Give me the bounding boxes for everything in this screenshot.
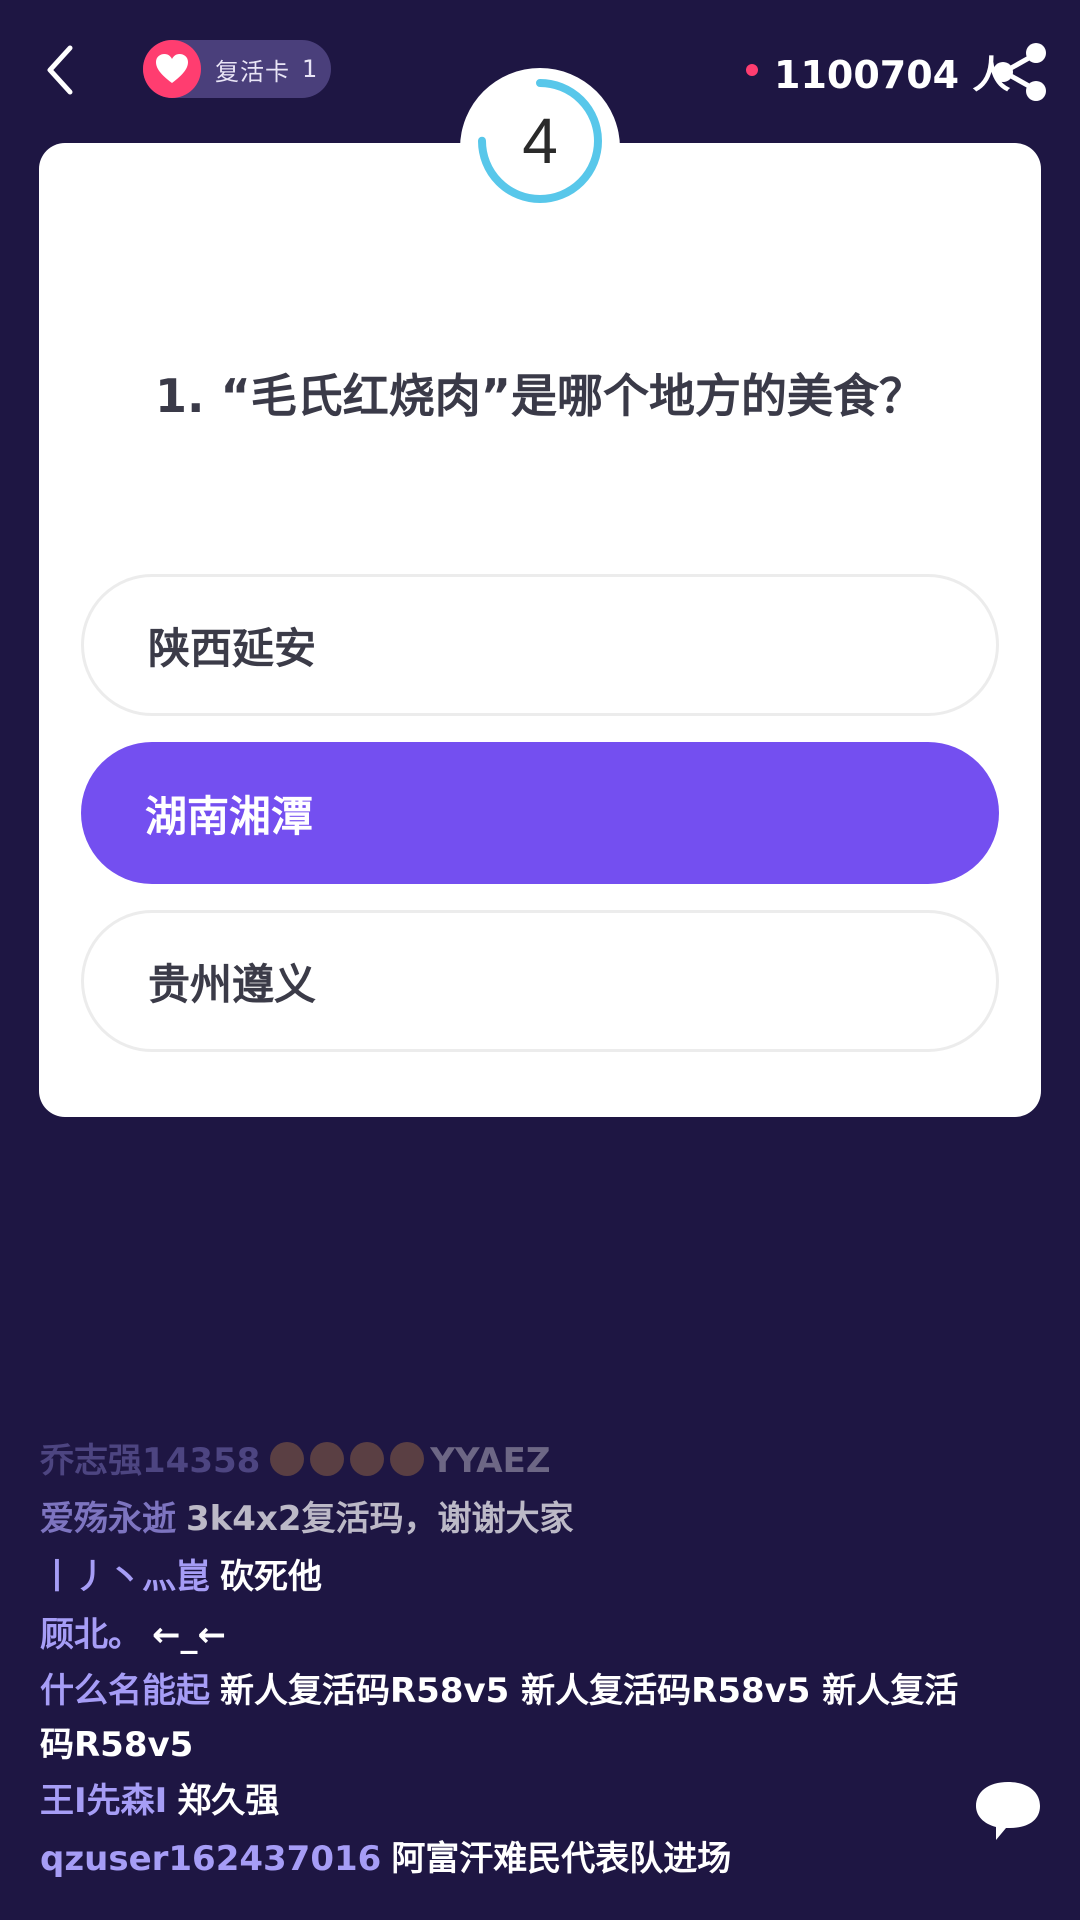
online-count: 1100704 人 — [774, 53, 1011, 97]
answer-option-label: 陕西延安 — [148, 623, 317, 673]
chat-message: 乔志强14358 YYAEZ — [40, 1432, 960, 1490]
answer-option-label: 湖南湘潭 — [145, 791, 314, 841]
emoji-icon — [310, 1442, 345, 1476]
chat-text: 郑久强 — [177, 1781, 280, 1821]
revive-card-badge[interactable]: 复活卡 1 — [143, 40, 331, 98]
emoji-icon — [270, 1442, 305, 1476]
answer-option-b[interactable]: 湖南湘潭 — [81, 742, 999, 884]
answer-option-c[interactable]: 贵州遵义 — [81, 910, 999, 1052]
chat-bubble-icon — [976, 1782, 1040, 1840]
question-text: 1. “毛氏红烧肉”是哪个地方的美食？ — [155, 369, 925, 423]
chat-username: 丨丿丶灬崑 — [40, 1557, 210, 1597]
chat-feed: 乔志强14358 YYAEZ 爱殇永逝 3k4x2复活玛，谢谢大家 丨丿丶灬崑 砍死他… — [40, 1432, 960, 1888]
emoji-icon — [350, 1442, 385, 1476]
chat-message: 爱殇永逝 3k4x2复活玛，谢谢大家 — [40, 1490, 960, 1548]
chat-text: ←_← — [152, 1615, 226, 1655]
share-icon — [993, 43, 1046, 101]
chat-message: 王I先森I 郑久强 — [40, 1772, 960, 1830]
revive-card-label: 复活卡 — [215, 57, 290, 86]
chat-message: 顾北。 ←_← — [40, 1606, 960, 1664]
chat-text: YYAEZ — [430, 1441, 551, 1481]
chat-message: 什么名能起 新人复活码R58v5 新人复活码R58v5 新人复活码R58v5 — [40, 1664, 960, 1772]
chevron-left-icon — [47, 45, 73, 95]
chat-button[interactable] — [972, 1778, 1044, 1844]
back-button[interactable] — [30, 30, 90, 110]
share-button[interactable] — [988, 40, 1052, 104]
chat-text: 阿富汗难民代表队进场 — [391, 1839, 732, 1879]
chat-username: 爱殇永逝 — [40, 1499, 176, 1539]
chat-username: qzuser162437016 — [40, 1839, 382, 1879]
chat-message: 丨丿丶灬崑 砍死他 — [40, 1548, 960, 1606]
live-dot-icon — [746, 64, 758, 76]
chat-username: 乔志强14358 — [40, 1441, 261, 1481]
chat-username: 顾北。 — [40, 1615, 142, 1655]
countdown-number: 4 — [522, 105, 558, 177]
answer-option-a[interactable]: 陕西延安 — [81, 574, 999, 716]
revive-card-count: 1 — [302, 55, 318, 83]
chat-message: qzuser162437016 阿富汗难民代表队进场 — [40, 1830, 960, 1888]
chat-text: 砍死他 — [220, 1557, 322, 1597]
emoji-icon — [390, 1442, 425, 1476]
heart-icon — [143, 40, 201, 98]
chat-username: 王I先森I — [40, 1781, 168, 1821]
chat-text: 3k4x2复活玛，谢谢大家 — [186, 1499, 574, 1539]
answer-option-label: 贵州遵义 — [148, 959, 317, 1009]
chat-username: 什么名能起 — [40, 1671, 210, 1711]
